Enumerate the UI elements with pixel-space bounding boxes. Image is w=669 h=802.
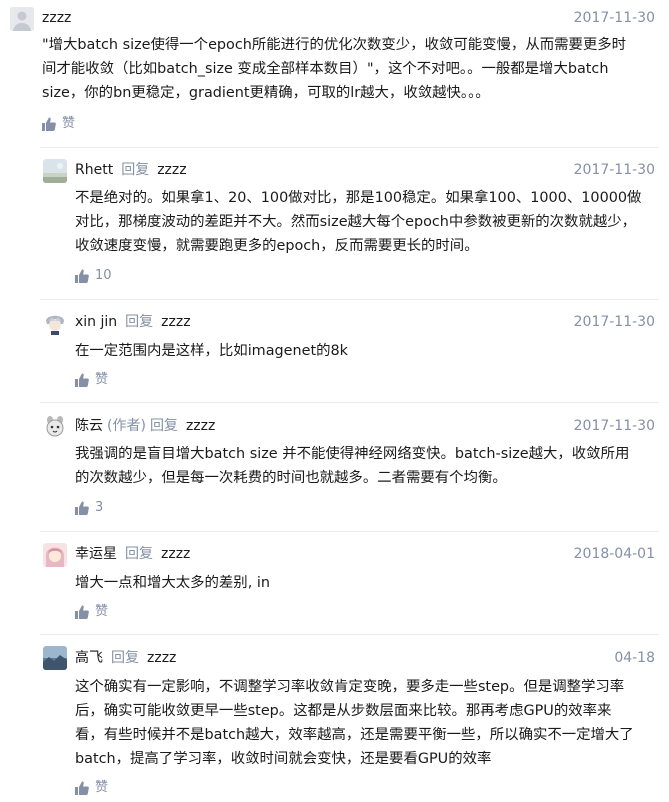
like-button[interactable]: 赞 bbox=[75, 371, 108, 389]
like-count: 赞 bbox=[95, 780, 109, 795]
author-name[interactable]: xin jin bbox=[75, 312, 117, 332]
like-button[interactable]: 赞 bbox=[75, 779, 108, 797]
comment-text: "增大batch size使得一个epoch所能进行的优化次数变少，收敛可能变慢… bbox=[42, 37, 627, 101]
comment-date: 2018-04-01 bbox=[573, 546, 655, 562]
avatar[interactable] bbox=[43, 646, 67, 670]
avatar[interactable] bbox=[43, 311, 67, 335]
author-name[interactable]: 幸运星 bbox=[75, 544, 117, 564]
avatar[interactable] bbox=[43, 414, 67, 438]
like-count: 3 bbox=[95, 500, 104, 515]
reply-link[interactable]: 回复 bbox=[121, 160, 149, 180]
author-name[interactable]: Rhett bbox=[75, 160, 113, 180]
avatar[interactable] bbox=[10, 7, 34, 31]
comment-date: 2017-11-30 bbox=[573, 162, 655, 178]
like-count: 赞 bbox=[62, 116, 76, 131]
reply-target[interactable]: zzzz bbox=[186, 416, 215, 436]
reply-link[interactable]: 回复 bbox=[111, 648, 139, 668]
thumbs-up-icon bbox=[75, 781, 89, 795]
divider bbox=[40, 531, 659, 532]
author-name[interactable]: 高飞 bbox=[75, 648, 103, 668]
comment-header: Rhett 回复 zzzz bbox=[75, 160, 187, 180]
divider bbox=[40, 402, 659, 403]
like-button[interactable]: 赞 bbox=[42, 115, 75, 133]
avatar[interactable] bbox=[43, 159, 67, 183]
thumbs-up-icon bbox=[42, 117, 56, 131]
comment-text: 我强调的是盲目增大batch size 并不能使得神经网络变快。batch-si… bbox=[75, 446, 630, 486]
like-count: 10 bbox=[95, 268, 112, 283]
author-name[interactable]: 陈云 bbox=[75, 416, 103, 436]
reply-target[interactable]: zzzz bbox=[147, 648, 176, 668]
divider bbox=[40, 299, 659, 300]
thumbs-up-icon bbox=[75, 269, 89, 283]
like-count: 赞 bbox=[95, 604, 109, 619]
reply-link[interactable]: 回复 bbox=[125, 544, 153, 564]
comment-text: 在一定范围内是这样，比如imagenet的8k bbox=[75, 343, 349, 359]
comment-text: 这个确实有一定影响，不调整学习率收敛肯定变晚，要多走一些step。但是调整学习率… bbox=[75, 679, 634, 767]
comment-date: 2017-11-30 bbox=[573, 314, 655, 330]
comment-date: 04-18 bbox=[614, 650, 655, 666]
comment-header: xin jin 回复 zzzz bbox=[75, 312, 191, 332]
thumbs-up-icon bbox=[75, 501, 89, 515]
comment-header: zzzz bbox=[42, 8, 71, 28]
like-button[interactable]: 10 bbox=[75, 267, 112, 285]
comment-date: 2017-11-30 bbox=[573, 418, 655, 434]
thumbs-up-icon bbox=[75, 373, 89, 387]
reply-link[interactable]: 回复 bbox=[125, 312, 153, 332]
reply-target[interactable]: zzzz bbox=[161, 312, 190, 332]
author-name[interactable]: zzzz bbox=[42, 8, 71, 28]
comment-header: 高飞 回复 zzzz bbox=[75, 648, 176, 668]
divider bbox=[40, 147, 659, 148]
comment-text: 增大一点和增大太多的差别, in bbox=[75, 575, 270, 591]
comment-header: 陈云 (作者) 回复 zzzz bbox=[75, 416, 215, 436]
comment-text: 不是绝对的。如果拿1、20、100做对比，那是100稳定。如果拿100、1000… bbox=[75, 190, 642, 254]
like-count: 赞 bbox=[95, 372, 109, 387]
like-button[interactable]: 赞 bbox=[75, 603, 108, 621]
author-badge: (作者) bbox=[107, 418, 146, 434]
thumbs-up-icon bbox=[75, 605, 89, 619]
comment-header: 幸运星 回复 zzzz bbox=[75, 544, 190, 564]
avatar[interactable] bbox=[43, 543, 67, 567]
comment-date: 2017-11-30 bbox=[573, 10, 655, 26]
reply-link[interactable]: 回复 bbox=[150, 416, 178, 436]
reply-target[interactable]: zzzz bbox=[161, 544, 190, 564]
reply-target[interactable]: zzzz bbox=[157, 160, 186, 180]
divider bbox=[40, 634, 659, 635]
like-button[interactable]: 3 bbox=[75, 499, 103, 517]
